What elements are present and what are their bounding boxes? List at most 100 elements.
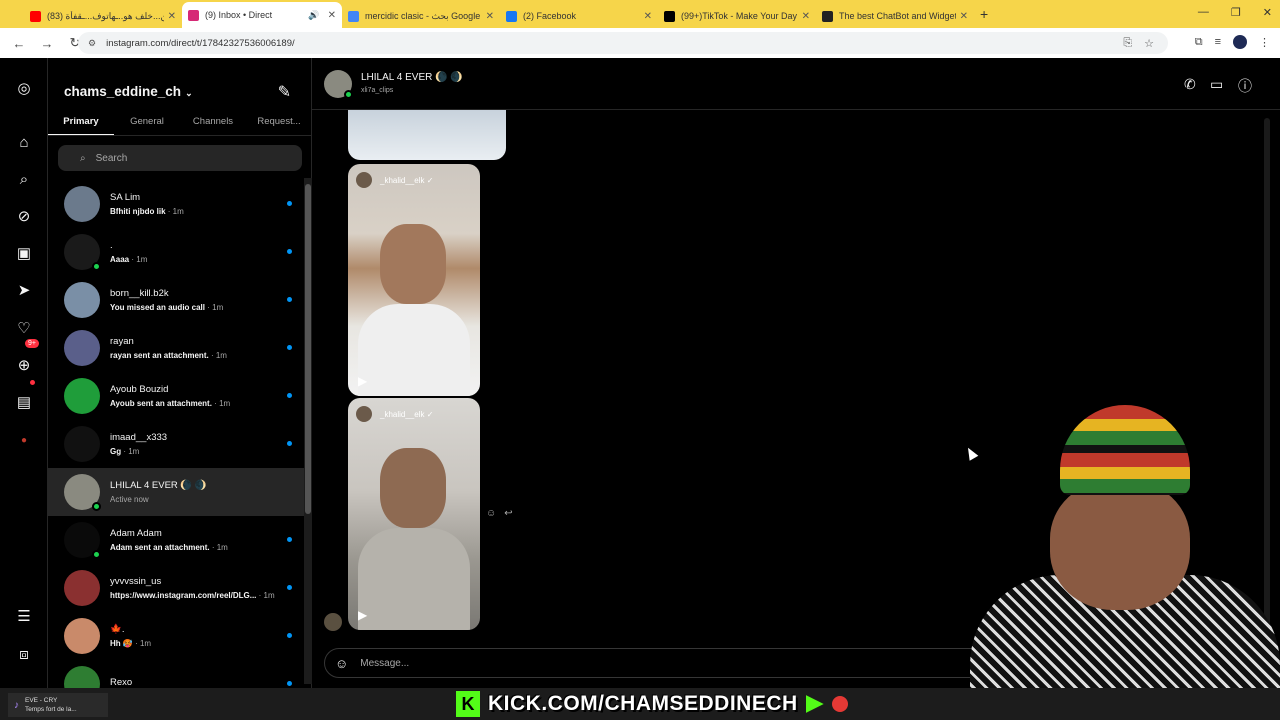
now-playing-widget[interactable]: ♪ EVE - CRY Temps fort de la... [8,693,108,717]
tab-general[interactable]: General [114,114,180,135]
unread-dot [287,297,292,302]
tab-requests[interactable]: Request... [246,114,312,135]
thread-row[interactable]: Adam Adam Adam sent an attachment. · 1m [48,516,304,564]
thread-name: born__kill.b2k [110,288,169,299]
new-message-icon[interactable]: ✎ [278,82,291,102]
unread-dot [287,249,292,254]
search-placeholder: Search [95,152,128,164]
thread-row[interactable]: Ayoub Bouzid Ayoub sent an attachment. · … [48,372,304,420]
also-from-meta-icon[interactable]: ⧈ [15,646,33,664]
reel-author: _khalid__elk ✓ [356,172,433,188]
avatar [64,522,101,559]
message-actions: ☺ ↩ [486,508,513,519]
reply-icon[interactable]: ↩ [504,508,512,519]
unread-dot [287,345,292,350]
explore-icon[interactable]: ⊘ [15,208,33,226]
notifications-heart-icon[interactable]: ♡ [15,320,33,338]
music-icon: ♪ [14,699,19,711]
thread-preview: Adam sent an attachment. · 1m [110,543,228,552]
close-tab-icon[interactable]: ✕ [644,11,652,22]
media-icon[interactable]: ≡ [1215,36,1221,48]
thread-row[interactable]: 🍁. Hh 🥵 · 1m [48,612,304,660]
sender-avatar[interactable] [324,613,342,631]
url-text: instagram.com/direct/t/17842327536006189… [106,37,295,49]
chat-title[interactable]: LHILAL 4 EVER 🌘 🌒 [361,72,463,83]
thread-name: Adam Adam [110,528,162,539]
browser-tab[interactable]: (99+)TikTok - Make Your Day ✕ [658,4,816,28]
url-field[interactable]: ⚙ instagram.com/direct/t/178423275360061… [78,32,1168,54]
tab-channels[interactable]: Channels [180,114,246,135]
thread-row[interactable]: imaad__x333 Gg · 1m [48,420,304,468]
username: chams_eddine_ch [64,84,182,99]
profile-avatar[interactable] [1233,35,1247,49]
browser-tab[interactable]: (2) Facebook ✕ [500,4,658,28]
forward-icon[interactable]: → [38,36,56,51]
thread-preview: Aaaa · 1m [110,255,148,264]
dashboard-icon[interactable]: ▤ [15,394,33,412]
messages-icon[interactable]: ➤ [15,282,33,300]
browser-tab[interactable]: The best ChatBot and Widgets ✕ [816,4,974,28]
install-icon[interactable]: ⎘ [1123,37,1132,50]
close-tab-icon[interactable]: ✕ [486,11,494,22]
avatar [64,426,100,462]
unread-dot [287,393,292,398]
thread-row[interactable]: LHILAL 4 EVER 🌘 🌒 Active now [48,468,304,516]
tab-primary[interactable]: Primary [48,114,114,135]
thread-preview: Gg · 1m [110,447,140,456]
thread-list: SA Lim Bfhiti njbdo lik · 1m. Aaaa · 1m bor… [48,180,304,708]
close-tab-icon[interactable]: ✕ [328,10,336,21]
close-tab-icon[interactable]: ✕ [168,11,176,22]
avatar [64,282,100,318]
more-menu-icon[interactable]: ☰ [15,608,33,626]
kick-url: KICK.COM/CHAMSEDDINECH [488,692,798,715]
thread-row[interactable]: rayan rayan sent an attachment. · 1m [48,324,304,372]
speaker-icon[interactable]: 🔊 [308,10,319,21]
close-window-icon[interactable]: ✕ [1263,6,1272,19]
close-tab-icon[interactable]: ✕ [802,11,810,22]
instagram-logo-icon[interactable]: ◎ [15,80,33,98]
browser-tab-title: (2) Facebook [523,11,577,21]
thread-row[interactable]: yvvvssin_us https://www.instagram.com/ree… [48,564,304,612]
audio-call-icon[interactable]: ✆ [1184,76,1196,93]
thread-name: Ayoub Bouzid [110,384,169,395]
react-icon[interactable]: ☺ [486,508,496,519]
back-icon[interactable]: ← [10,36,28,51]
search-input[interactable]: ⌕ Search [58,145,302,171]
minimize-icon[interactable]: — [1198,6,1209,19]
shared-image[interactable] [348,110,506,160]
site-info-icon[interactable]: ⚙ [88,38,96,49]
browser-tab[interactable]: (9) Inbox • Direct 🔊 ✕ [182,2,342,28]
inbox-scrollbar[interactable] [304,178,312,684]
account-switcher[interactable]: chams_eddine_ch ⌄ [64,84,193,99]
profile-icon[interactable]: ● [15,432,33,450]
play-icon [805,695,824,713]
shared-reel[interactable]: _khalid__elk ✓ ▶ [348,398,480,630]
kick-banner: K KICK.COM/CHAMSEDDINECH [456,690,848,718]
reels-icon[interactable]: ▣ [15,245,33,263]
avatar [64,330,100,366]
thread-preview: Active now [110,495,149,504]
info-icon[interactable]: ⓘ [1238,76,1252,96]
new-tab-button[interactable]: + [980,6,988,22]
thread-row[interactable]: . Aaaa · 1m [48,228,304,276]
video-call-icon[interactable]: ▭ [1210,76,1223,93]
extensions-icon[interactable]: ⧉ [1195,36,1203,49]
restore-icon[interactable]: ❐ [1231,6,1241,19]
home-icon[interactable]: ⌂ [15,134,33,152]
online-indicator [92,550,101,559]
thread-row[interactable]: born__kill.b2k You missed an audio call ·… [48,276,304,324]
create-icon[interactable]: ⊕ [15,357,33,375]
search-icon[interactable]: ⌕ [15,171,33,189]
bookmark-star-icon[interactable]: ☆ [1144,37,1154,50]
browser-menu-icon[interactable]: ⋮ [1259,36,1270,49]
chat-avatar[interactable] [324,70,353,99]
thread-preview: rayan sent an attachment. · 1m [110,351,227,360]
emoji-icon[interactable]: ☺ [335,656,348,671]
browser-tab[interactable]: mercidic clasic - بحث Google ✕ [342,4,500,28]
favicon-icon [822,10,833,22]
thread-row[interactable]: SA Lim Bfhiti njbdo lik · 1m [48,180,304,228]
browser-tab-title: The best ChatBot and Widgets [839,11,956,21]
browser-tab[interactable]: ين...خلف هو..ـهاتوف...ـقفأة (83) ✕ [24,4,182,28]
shared-reel[interactable]: _khalid__elk ✓ ▶ [348,164,480,396]
close-tab-icon[interactable]: ✕ [960,11,968,22]
